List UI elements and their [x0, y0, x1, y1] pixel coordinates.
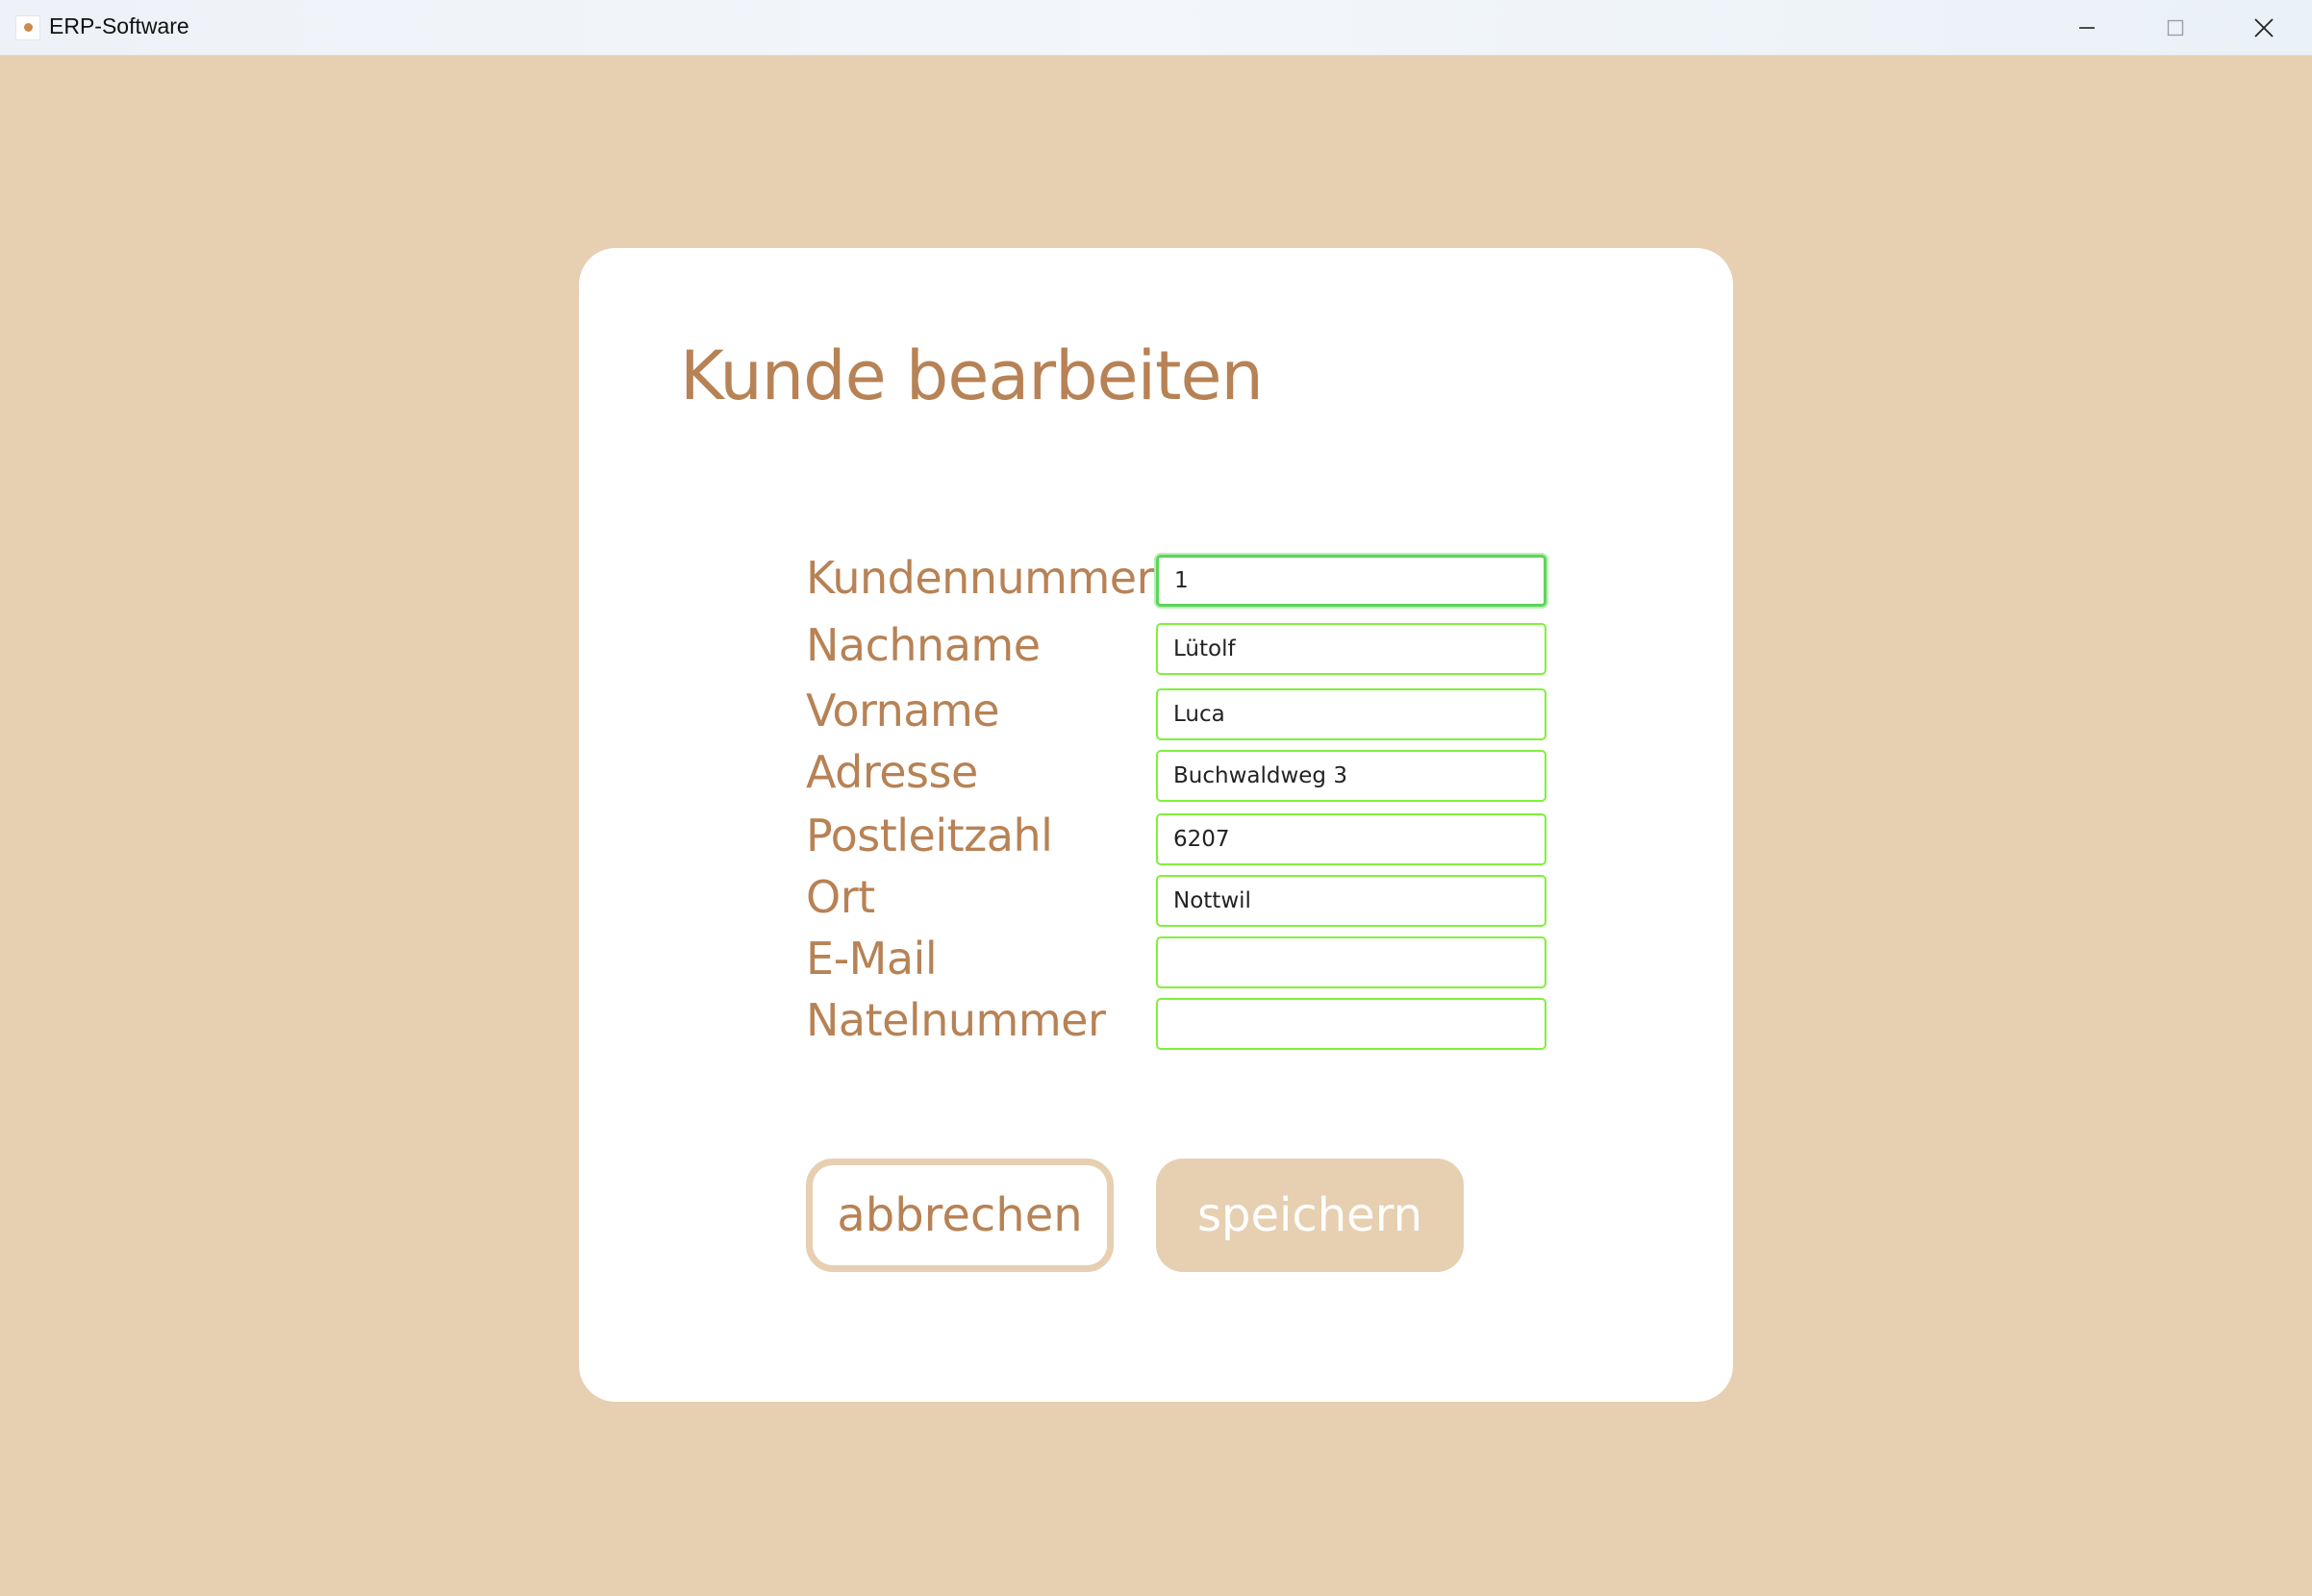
window-title: ERP-Software [49, 13, 189, 38]
first-name-field[interactable]: Luca [1156, 688, 1546, 740]
email-field[interactable] [1156, 936, 1546, 988]
last-name-field[interactable]: Lütolf [1156, 623, 1546, 675]
first-name-label: Vorname [806, 685, 1000, 736]
maximize-button[interactable] [2131, 0, 2220, 56]
close-icon [2254, 18, 2274, 37]
city-field[interactable]: Nottwil [1156, 875, 1546, 927]
minimize-button[interactable] [2043, 0, 2131, 56]
postal-code-label: Postleitzahl [806, 810, 1053, 861]
mobile-number-label: Natelnummer [806, 994, 1106, 1046]
email-label: E-Mail [806, 933, 938, 985]
app-logo-icon [15, 15, 40, 40]
cancel-button[interactable]: abbrechen [806, 1159, 1114, 1272]
customer-number-label: Kundennummer [806, 552, 1154, 604]
page-title: Kunde bearbeiten [680, 337, 1264, 415]
customer-number-field[interactable]: 1 [1156, 555, 1546, 607]
address-field[interactable]: Buchwaldweg 3 [1156, 750, 1546, 802]
address-label: Adresse [806, 746, 978, 798]
mobile-number-field[interactable] [1156, 998, 1546, 1050]
minimize-icon [2079, 27, 2095, 29]
maximize-icon [2167, 19, 2184, 37]
city-label: Ort [806, 871, 875, 923]
close-button[interactable] [2220, 0, 2308, 56]
last-name-label: Nachname [806, 619, 1041, 671]
save-button[interactable]: speichern [1156, 1159, 1464, 1272]
postal-code-field[interactable]: 6207 [1156, 813, 1546, 865]
edit-customer-dialog: Kunde bearbeiten Kundennummer 1 Nachname… [579, 248, 1733, 1402]
app-window: ERP-Software Kunde bearbeiten Kundennumm… [0, 0, 2312, 1596]
title-bar[interactable]: ERP-Software [0, 0, 2312, 56]
